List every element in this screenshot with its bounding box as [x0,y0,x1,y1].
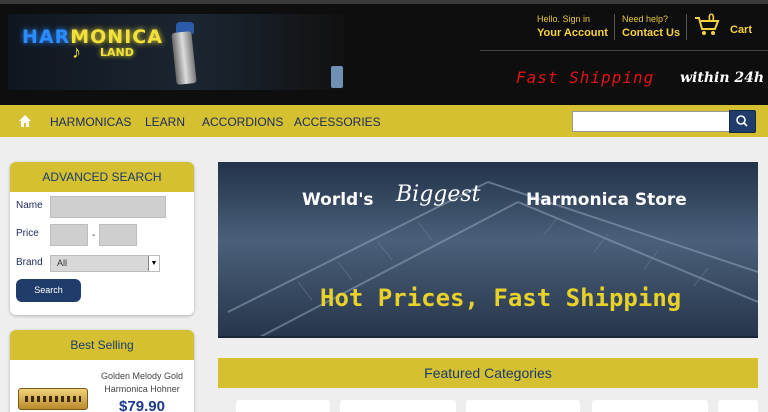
nav-item-harmonicas[interactable]: HARMONICAS [50,115,131,129]
advanced-search-panel: ADVANCED SEARCH Name Price - Brand All ▼… [10,162,194,315]
best-selling-panel: Best Selling Golden Melody Gold Harmonic… [10,330,194,412]
site-header: HARMONICA ♪ LAND Hello. Sign in Your Acc… [0,0,768,105]
price-label: Price [16,228,39,239]
advanced-search-title: ADVANCED SEARCH [10,162,194,192]
name-label: Name [16,200,43,211]
home-icon[interactable] [18,114,32,128]
brand-label: Brand [16,257,43,268]
header-divider-line [480,50,768,51]
product-price: $79.90 [119,398,165,412]
category-tile[interactable] [718,400,758,412]
chevron-down-icon: ▼ [148,256,159,271]
cart-icon [695,17,720,35]
price-separator: - [92,230,96,241]
nav-item-learn[interactable]: LEARN [145,115,185,129]
header-divider [686,14,687,40]
advanced-search-button[interactable]: Search [16,279,81,302]
contact-label: Contact Us [622,27,681,39]
banner-headline-part3: Harmonica Store [526,190,687,210]
featured-categories-title: Featured Categories [218,358,758,388]
best-selling-title: Best Selling [10,330,194,360]
cart-label: Cart [730,24,753,36]
logo-subtitle: LAND [100,46,134,59]
banner-headline-part2: Biggest [396,182,481,207]
brand-select[interactable]: All ▼ [50,255,160,272]
name-field[interactable] [50,196,166,218]
site-logo[interactable]: HARMONICA ♪ LAND [8,14,344,90]
nav-item-accessories[interactable]: ACCESSORIES [294,115,381,129]
brand-selected-value: All [57,258,68,268]
logo-wordmark: HARMONICA [22,26,163,48]
header-top-line [0,0,768,4]
price-min-field[interactable] [50,224,88,246]
figure-icon [331,66,343,88]
banner-tagline: Hot Prices, Fast Shipping [320,284,682,312]
music-note-icon: ♪ [72,42,81,62]
account-label: Your Account [537,27,608,39]
search-input[interactable] [572,111,730,132]
help-greeting: Need help? [622,14,669,24]
account-link[interactable]: Hello. Sign in Your Account [537,14,608,39]
category-tile[interactable] [236,400,330,412]
hero-banner[interactable]: World's Biggest Harmonica Store Hot Pric… [218,162,758,338]
search-button[interactable] [729,110,756,133]
category-tile[interactable] [466,400,580,412]
price-max-field[interactable] [99,224,137,246]
harmonica-icon [171,31,197,85]
shipping-promo: Fast Shipping within 24h [480,62,768,96]
product-name[interactable]: Golden Melody Gold Harmonica Hohner [96,370,188,396]
nav-item-accordions[interactable]: ACCORDIONS [202,115,283,129]
account-greeting: Hello. Sign in [537,14,591,24]
contact-link[interactable]: Need help? Contact Us [622,14,680,39]
banner-headline-part1: World's [302,190,374,210]
shipping-text-white: within 24h [680,70,765,86]
header-divider [614,14,615,40]
shipping-text-red: Fast Shipping [516,68,655,87]
category-tile[interactable] [592,400,708,412]
cart-count: 0 [708,11,715,25]
category-tile[interactable] [340,400,456,412]
product-image[interactable] [18,388,88,410]
search-icon [736,115,748,127]
